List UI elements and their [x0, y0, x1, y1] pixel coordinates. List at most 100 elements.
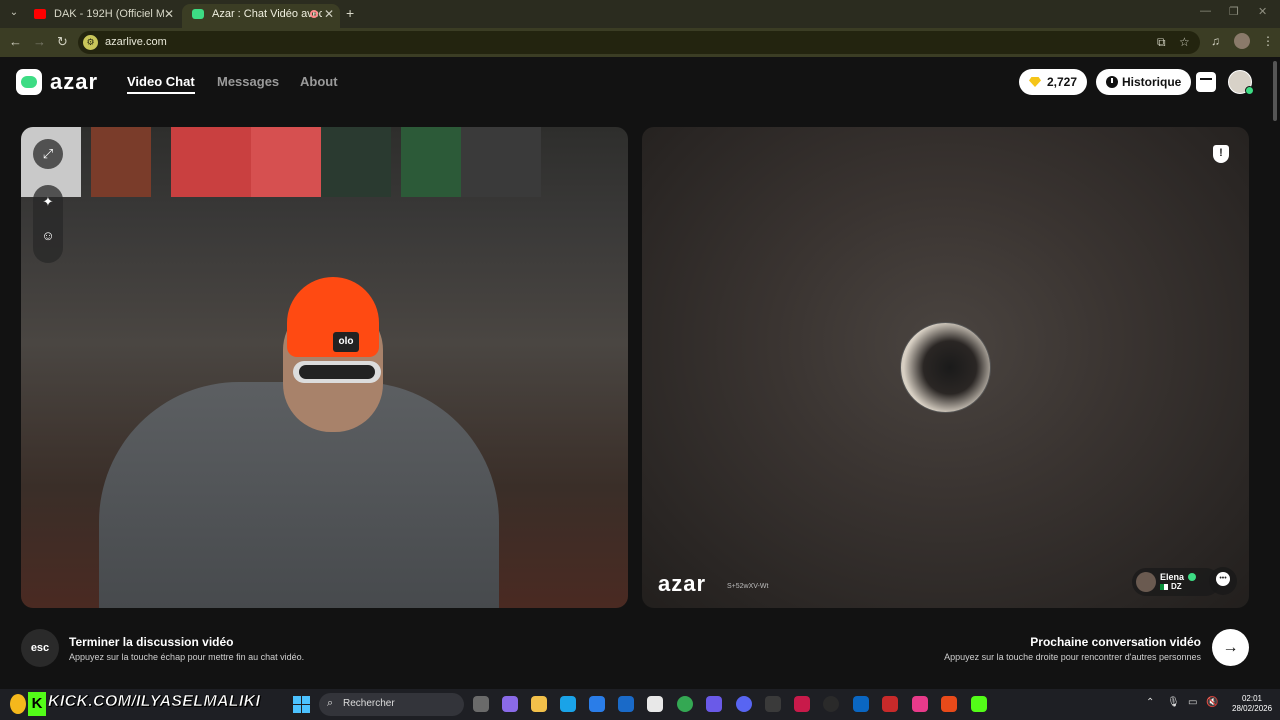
nav-messages[interactable]: Messages — [217, 74, 279, 89]
gem-icon — [1029, 77, 1041, 87]
kick-overlay-banner: K KICK.COM/ILYASELMALIKI — [10, 692, 260, 716]
history-button[interactable]: Historique — [1096, 69, 1192, 95]
peer-country: DZ — [1171, 582, 1182, 591]
taskbar-search[interactable]: ⌕ Rechercher — [319, 693, 464, 716]
chat-bubble-icon[interactable] — [1209, 567, 1237, 595]
online-status-icon — [1245, 86, 1254, 95]
forward-icon[interactable]: → — [33, 34, 46, 49]
kick-logo-icon: K — [28, 692, 46, 716]
tray-chevron-icon[interactable]: ⌃ — [1146, 697, 1154, 708]
tab-youtube[interactable]: DAK - 192H (Officiel Music Audio) ✕ — [24, 4, 180, 28]
restore-icon[interactable]: ❐ — [1229, 5, 1239, 18]
microphone-icon[interactable]: 🎙 — [1167, 697, 1180, 708]
tab-close-icon[interactable]: ✕ — [164, 4, 174, 24]
tab-azar[interactable]: Azar : Chat Vidéo avec de nouvelles pers… — [182, 4, 340, 28]
store-icon[interactable] — [589, 696, 605, 712]
youtube-icon — [34, 9, 46, 19]
url-text: azarlive.com — [105, 36, 167, 48]
taskbar-clock[interactable]: 02:01 28/02/2026 — [1232, 694, 1272, 714]
next-chat-subtitle: Appuyez sur la touche droite pour rencon… — [944, 652, 1201, 662]
volume-muted-icon[interactable]: 🔇 — [1206, 697, 1218, 708]
user-avatar[interactable] — [1228, 70, 1254, 95]
moon-icon — [10, 694, 26, 714]
app-icon[interactable] — [912, 696, 928, 712]
reload-icon[interactable]: ↻ — [57, 34, 68, 50]
kick-app-icon[interactable] — [971, 696, 987, 712]
shop-icon[interactable] — [1196, 72, 1216, 92]
sunglasses — [293, 361, 381, 383]
back-icon[interactable]: ← — [9, 34, 22, 49]
menu-kebab-icon[interactable]: ⋮ — [1262, 34, 1274, 48]
next-arrow-button[interactable]: → — [1212, 629, 1249, 666]
background-jersey — [321, 127, 391, 197]
profile-avatar[interactable] — [1234, 33, 1250, 49]
beanie-logo: olo — [333, 332, 359, 352]
browser-tab-bar: ⌄ DAK - 192H (Officiel Music Audio) ✕ Az… — [0, 0, 1280, 28]
gems-balance-button[interactable]: 2,727 — [1019, 69, 1088, 95]
app-icon[interactable] — [647, 696, 663, 712]
background-jersey — [171, 127, 251, 197]
tab-close-icon[interactable]: ✕ — [324, 4, 334, 24]
azar-logo[interactable]: azar — [16, 69, 98, 95]
file-explorer-icon[interactable] — [531, 696, 547, 712]
network-icon[interactable]: ▭ — [1188, 697, 1197, 708]
clock-date: 28/02/2026 — [1232, 704, 1273, 713]
copilot-icon[interactable] — [502, 696, 518, 712]
game-icon[interactable] — [706, 696, 722, 712]
app-icon[interactable] — [941, 696, 957, 712]
site-info-icon[interactable]: ⚙ — [83, 35, 98, 50]
app-icon[interactable] — [794, 696, 810, 712]
new-tab-button[interactable]: + — [346, 5, 354, 21]
browser-toolbar: ← → ↻ ⚙ azarlive.com ⧉ ☆ ♫ ⋮ — [0, 28, 1280, 57]
end-chat-title: Terminer la discussion vidéo — [69, 635, 234, 649]
peer-video: ! azar S+52wXV-Wt Elena DZ — [642, 127, 1249, 608]
kick-channel-url: KICK.COM/ILYASELMALIKI — [48, 693, 261, 711]
peer-code: S+52wXV-Wt — [727, 583, 769, 590]
app-icon[interactable] — [882, 696, 898, 712]
gems-count: 2,727 — [1047, 75, 1078, 89]
tab-label: DAK - 192H (Officiel Music Audio) — [54, 8, 164, 20]
edge-icon[interactable] — [560, 696, 576, 712]
cast-icon[interactable]: ⧉ — [1157, 35, 1166, 50]
peer-info-card[interactable]: Elena DZ — [1132, 568, 1220, 596]
verified-badge-icon — [1188, 573, 1196, 581]
end-chat-subtitle: Appuyez sur la touche échap pour mettre … — [69, 652, 305, 662]
logo-text: azar — [50, 69, 99, 94]
close-window-icon[interactable]: ✕ — [1258, 5, 1267, 18]
tab-search-chevron-icon[interactable]: ⌄ — [6, 5, 22, 21]
clock-time: 02:01 — [1241, 694, 1263, 703]
linkedin-icon[interactable] — [853, 696, 869, 712]
azar-icon — [192, 9, 204, 19]
address-bar[interactable]: ⚙ azarlive.com ⧉ ☆ — [78, 31, 1200, 54]
background-jersey — [401, 127, 461, 197]
obs-icon[interactable] — [765, 696, 781, 712]
background-jersey — [251, 127, 321, 197]
bookmark-star-icon[interactable]: ☆ — [1179, 35, 1190, 49]
peer-avatar — [1136, 572, 1156, 592]
discord-icon[interactable] — [736, 696, 752, 712]
mail-icon[interactable] — [618, 696, 634, 712]
self-video: olo ⤢ ✦ ☺ — [21, 127, 628, 608]
report-shield-icon[interactable]: ! — [1213, 145, 1229, 163]
history-label: Historique — [1122, 75, 1182, 89]
azar-watermark: azar — [658, 571, 707, 596]
tab-label: Azar : Chat Vidéo avec de nouvelles pers… — [212, 8, 322, 20]
page-scrollbar[interactable] — [1273, 61, 1277, 121]
peer-name: Elena — [1160, 572, 1185, 582]
magic-wand-icon[interactable]: ✦ — [33, 185, 63, 219]
search-placeholder: Rechercher — [343, 698, 395, 709]
app-icon[interactable] — [823, 696, 839, 712]
esc-key-button[interactable]: esc — [21, 629, 59, 667]
background-jersey — [91, 127, 151, 197]
minimize-icon[interactable]: — — [1200, 5, 1211, 17]
azar-logo-icon — [16, 69, 42, 95]
media-controls-icon[interactable]: ♫ — [1211, 34, 1220, 48]
nav-video-chat[interactable]: Video Chat — [127, 74, 195, 94]
expand-icon[interactable]: ⤢ — [33, 139, 63, 169]
windows-start-icon[interactable] — [293, 696, 310, 713]
azar-page: azar Video Chat Messages About 2,727 His… — [0, 57, 1280, 689]
chrome-icon[interactable] — [677, 696, 693, 712]
task-view-icon[interactable] — [473, 696, 489, 712]
nav-about[interactable]: About — [300, 74, 338, 89]
face-filter-icon[interactable]: ☺ — [33, 219, 63, 253]
